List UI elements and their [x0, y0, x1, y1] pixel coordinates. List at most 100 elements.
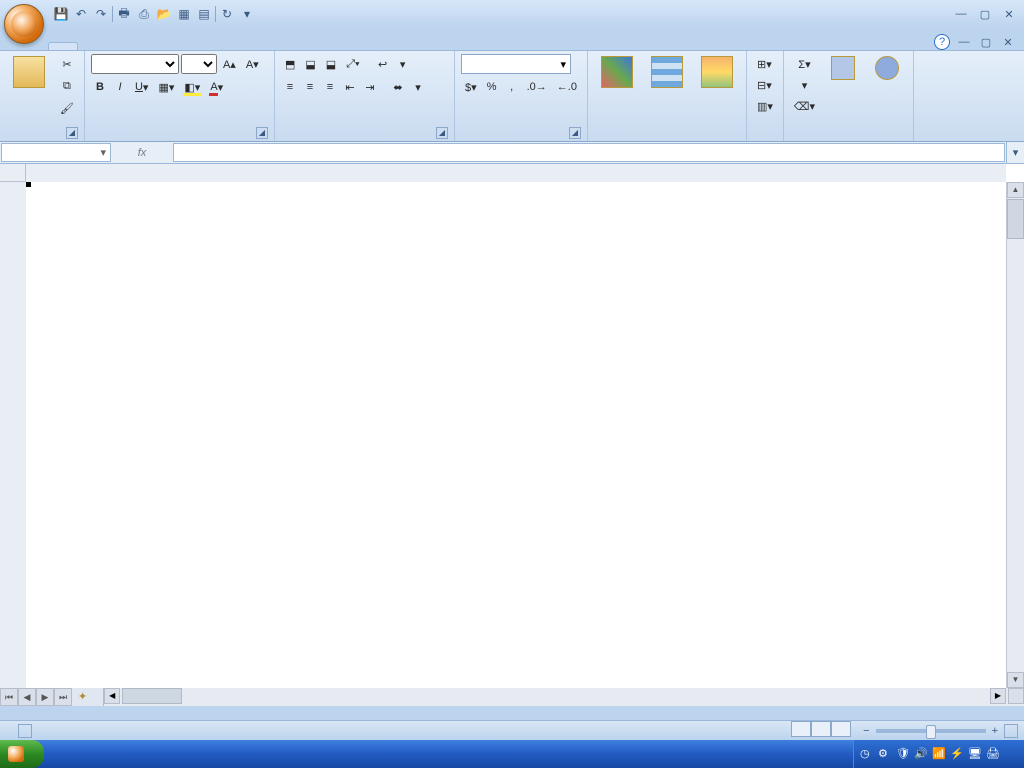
clear-button[interactable]: ⌫▾ [790, 96, 819, 116]
decrease-indent-button[interactable]: ⇤ [341, 77, 359, 97]
underline-button[interactable]: U▾ [131, 77, 152, 97]
tab-view[interactable] [218, 43, 246, 50]
tray-icon[interactable]: ⚙ [878, 747, 892, 761]
tab-nav-next[interactable]: ▶ [36, 688, 54, 706]
close-button[interactable]: ✕ [998, 5, 1020, 23]
align-left-button[interactable]: ≡ [281, 77, 299, 97]
save-icon[interactable]: 💾 [52, 5, 70, 23]
system-tray[interactable]: ◷⚙🛡🔊📶⚡🖥🖨 [853, 740, 1024, 768]
zoom-out-button[interactable]: − [863, 725, 869, 737]
undo-icon[interactable]: ↶ [72, 5, 90, 23]
tab-formulas[interactable] [134, 43, 162, 50]
align-center-button[interactable]: ≡ [301, 77, 319, 97]
formula-bar-expand[interactable]: ▾ [1006, 142, 1024, 163]
tab-acrobat[interactable] [302, 43, 330, 50]
align-top-button[interactable]: ⬒ [281, 54, 299, 74]
office-button[interactable] [4, 4, 44, 44]
zoom-slider[interactable] [876, 729, 986, 733]
merge-center-button[interactable]: ⬌ [389, 77, 407, 97]
redo2-icon[interactable]: ↻ [218, 5, 236, 23]
font-launcher[interactable]: ◢ [256, 127, 268, 139]
tab-nav-last[interactable]: ⏭ [54, 688, 72, 706]
horizontal-scrollbar[interactable]: ◀ ▶ [103, 688, 1024, 706]
format-as-table-button[interactable] [644, 54, 690, 92]
tab-developer[interactable] [246, 43, 274, 50]
format-cells-button[interactable]: ▥ ▾ [753, 96, 777, 116]
cell-styles-button[interactable] [694, 54, 740, 92]
help-icon[interactable]: ? [934, 34, 950, 50]
vertical-scrollbar[interactable]: ▲ ▼ [1006, 182, 1024, 688]
fill-color-button[interactable]: ◧▾ [180, 77, 204, 97]
tray-icon[interactable]: ⚡ [950, 747, 964, 761]
redo-icon[interactable]: ↷ [92, 5, 110, 23]
fx-icon[interactable]: fx [138, 147, 147, 159]
normal-view-button[interactable] [791, 721, 811, 737]
align-bottom-button[interactable]: ⬓ [322, 54, 340, 74]
tab-insert[interactable] [78, 43, 106, 50]
scroll-up-button[interactable]: ▲ [1007, 182, 1024, 198]
find-select-button[interactable] [867, 54, 907, 84]
hscroll-thumb[interactable] [122, 688, 182, 704]
tray-icon[interactable]: ◷ [860, 747, 874, 761]
tray-icon[interactable]: 🖥 [968, 747, 982, 761]
delete-cells-button[interactable]: ⊟ ▾ [753, 75, 776, 95]
formula-bar[interactable] [173, 143, 1005, 162]
name-box[interactable]: ▾ [1, 143, 111, 162]
page-layout-view-button[interactable] [811, 721, 831, 737]
resize-grip[interactable] [1004, 724, 1018, 738]
tab-get-started[interactable] [274, 43, 302, 50]
ribbon-minimize-button[interactable]: ― [956, 34, 972, 50]
comma-button[interactable]: , [503, 77, 521, 97]
tab-review[interactable] [190, 43, 218, 50]
new-icon[interactable]: ▦ [175, 5, 193, 23]
accounting-button[interactable]: $▾ [461, 77, 481, 97]
print-icon[interactable]: 🖶 [115, 5, 133, 23]
cells-area[interactable] [26, 182, 1006, 688]
tab-nav-prev[interactable]: ◀ [18, 688, 36, 706]
cut-button[interactable]: ✂ [56, 54, 78, 74]
scroll-left-button[interactable]: ◀ [104, 688, 120, 704]
vscroll-thumb[interactable] [1007, 199, 1024, 239]
ribbon-restore-button[interactable]: ▢ [978, 34, 994, 50]
bold-button[interactable]: B [91, 77, 109, 97]
number-format-combo[interactable]: ▾ [461, 54, 571, 74]
row-headers[interactable] [0, 182, 26, 688]
tray-icon[interactable]: 📶 [932, 747, 946, 761]
increase-decimal-button[interactable]: .0→ [523, 77, 551, 97]
font-name-combo[interactable] [91, 54, 179, 74]
orientation-button[interactable]: ⤢▾ [342, 54, 363, 74]
tray-icon[interactable]: 🛡 [896, 747, 910, 761]
open-icon[interactable]: 📂 [155, 5, 173, 23]
start-button[interactable] [0, 740, 44, 768]
tab-nav-first[interactable]: ⏮ [0, 688, 18, 706]
minimize-button[interactable]: ― [950, 5, 972, 23]
alignment-launcher[interactable]: ◢ [436, 127, 448, 139]
italic-button[interactable]: I [111, 77, 129, 97]
zoom-in-button[interactable]: + [992, 725, 998, 737]
number-launcher[interactable]: ◢ [569, 127, 581, 139]
table-icon[interactable]: ▤ [195, 5, 213, 23]
align-right-button[interactable]: ≡ [321, 77, 339, 97]
sort-filter-button[interactable] [823, 54, 863, 84]
quickprint-icon[interactable]: ⎙ [135, 5, 153, 23]
maximize-button[interactable]: ▢ [974, 5, 996, 23]
conditional-formatting-button[interactable] [594, 54, 640, 92]
shrink-font-button[interactable]: A▾ [242, 54, 263, 74]
tab-page-layout[interactable] [106, 43, 134, 50]
fill-button[interactable]: ▾ [790, 75, 819, 95]
scroll-right-button[interactable]: ▶ [990, 688, 1006, 704]
ribbon-close-button[interactable]: ✕ [1000, 34, 1016, 50]
font-size-combo[interactable] [181, 54, 217, 74]
clipboard-launcher[interactable]: ◢ [66, 127, 78, 139]
align-middle-button[interactable]: ⬓ [301, 54, 319, 74]
paste-button[interactable] [6, 54, 52, 92]
decrease-decimal-button[interactable]: ←.0 [553, 77, 581, 97]
border-button[interactable]: ▦▾ [154, 77, 178, 97]
font-color-button[interactable]: A▾ [206, 77, 227, 97]
merge-dd[interactable]: ▾ [394, 54, 412, 74]
new-sheet-icon[interactable]: ✦ [72, 688, 93, 706]
tray-icon[interactable]: 🔊 [914, 747, 928, 761]
select-all-button[interactable] [0, 164, 26, 182]
copy-button[interactable]: ⧉ [56, 76, 78, 96]
qat-dropdown-icon[interactable]: ▾ [238, 5, 256, 23]
